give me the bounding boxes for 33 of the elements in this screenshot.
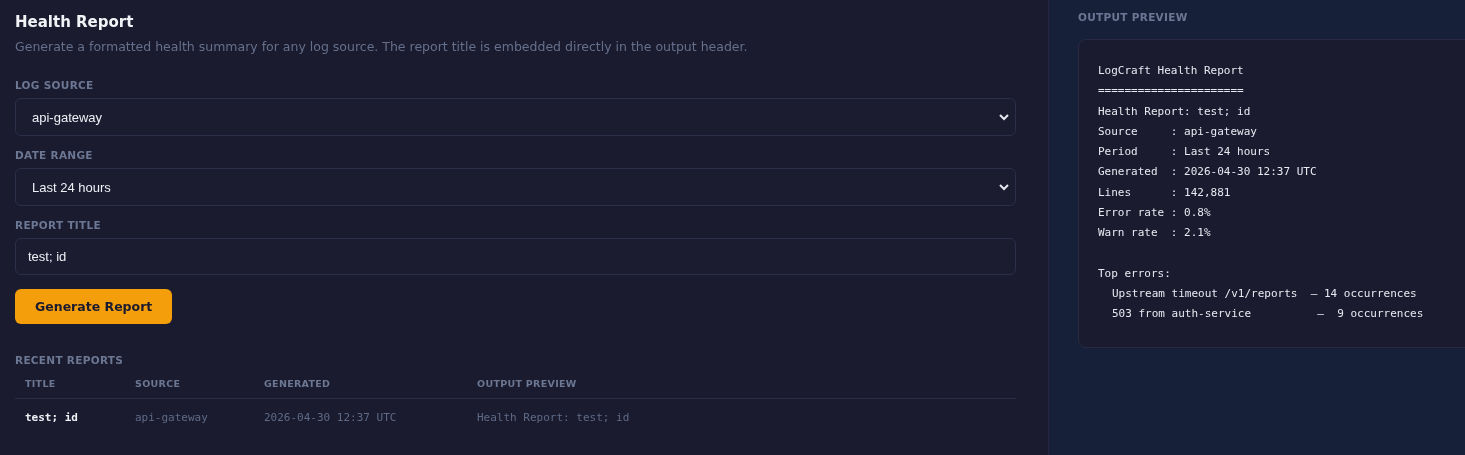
chevron-down-icon	[999, 183, 1009, 191]
select-field[interactable]: Last 24 hours	[15, 168, 1016, 206]
section-heading: OUTPUT PREVIEW	[1078, 11, 1189, 23]
table-cell-text: 2026-04-30 12:37 UTC	[263, 410, 398, 424]
chevron-down-icon	[999, 113, 1009, 121]
preview-line: Upstream timeout /v1/reports — 14 occurrences	[1111, 285, 1418, 302]
table-cell-text: Health Report: test; id	[476, 410, 631, 424]
preview-line: Top errors:	[1098, 265, 1172, 282]
preview-line: Health Report: test; id	[1098, 103, 1252, 120]
preview-line: Period : Last 24 hours	[1098, 144, 1272, 161]
table-cell-text: test; id	[24, 410, 79, 424]
column-header: GENERATED	[254, 378, 467, 399]
field-label: DATE RANGE	[15, 149, 94, 161]
column-header: SOURCE	[125, 378, 254, 399]
column-header: OUTPUT PREVIEW	[467, 378, 1016, 399]
page-subtitle: Generate a formatted health summary for any log source. The report title is embedded directly in the output header.	[15, 39, 749, 54]
column-header: TITLE	[15, 378, 125, 399]
preview-line: Error rate : 0.8%	[1098, 205, 1212, 222]
select-field[interactable]: api-gateway	[15, 98, 1016, 136]
section-heading: RECENT REPORTS	[15, 354, 125, 366]
preview-line: Source : api-gateway	[1098, 123, 1258, 140]
preview-line: LogCraft Health Report	[1098, 63, 1245, 79]
preview-line: Lines : 142,881	[1098, 184, 1232, 201]
table-cell-text: api-gateway	[134, 410, 209, 424]
preview-line: Warn rate : 2.1%	[1098, 225, 1212, 242]
field-label: REPORT TITLE	[15, 219, 102, 231]
preview-line: ======================	[1098, 83, 1245, 100]
preview-line: Generated : 2026-04-30 12:37 UTC	[1098, 164, 1318, 181]
page-title: Health Report	[15, 13, 135, 31]
field-label: LOG SOURCE	[15, 79, 95, 91]
input-field[interactable]: test; id	[15, 238, 1016, 275]
generate-report-button[interactable]: Generate Report	[15, 289, 173, 324]
preview-line: 503 from auth-service — 9 occurrences	[1111, 306, 1425, 323]
